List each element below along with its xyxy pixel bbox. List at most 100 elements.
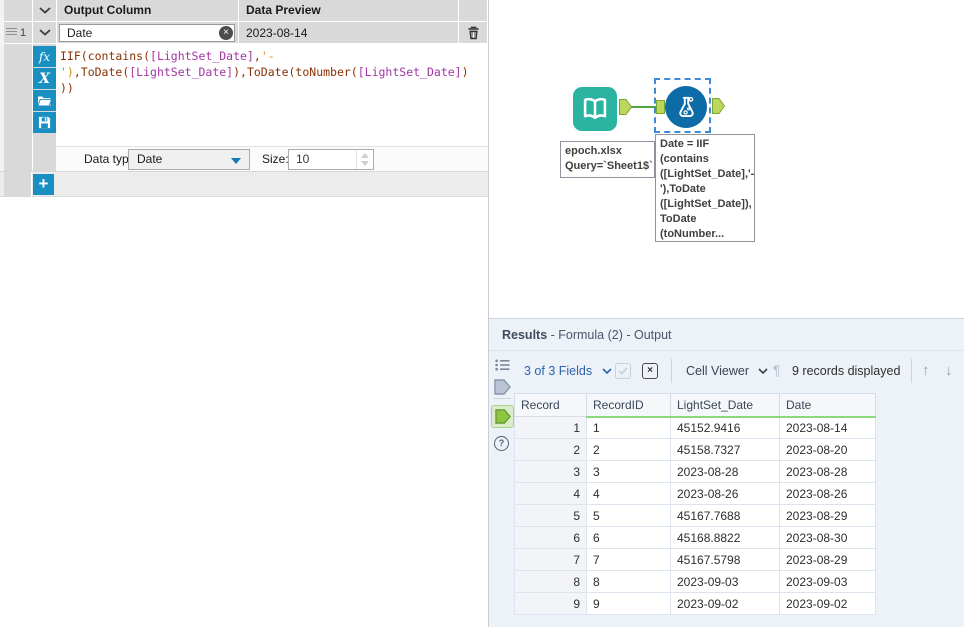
- table-row[interactable]: 8 8 2023-09-03 2023-09-03: [514, 570, 876, 593]
- cell-viewer-dropdown[interactable]: Cell Viewer: [686, 364, 769, 378]
- fields-dropdown-label: 3 of 3 Fields: [524, 364, 593, 378]
- metadata-list-button[interactable]: [495, 359, 510, 371]
- stepper-buttons[interactable]: [356, 150, 373, 169]
- table-cell[interactable]: 6: [514, 526, 587, 549]
- add-column-button[interactable]: +: [33, 174, 54, 195]
- table-cell[interactable]: 2023-08-29: [779, 504, 876, 527]
- formula-tool[interactable]: [665, 86, 707, 128]
- table-cell[interactable]: 4: [586, 482, 671, 505]
- column-header-recordid[interactable]: RecordID: [586, 393, 671, 418]
- column-header-date[interactable]: Date: [779, 393, 876, 418]
- annotation-line: (contains: [660, 153, 709, 165]
- table-cell[interactable]: 45167.7688: [670, 504, 780, 527]
- table-cell[interactable]: 5: [586, 504, 671, 527]
- data-preview-header: Data Preview: [239, 0, 459, 22]
- table-row[interactable]: 6 6 45168.8822 2023-08-30: [514, 526, 876, 549]
- input-anchor-icon: [494, 379, 511, 395]
- table-row[interactable]: 4 4 2023-08-26 2023-08-26: [514, 482, 876, 505]
- row-margin-column: [4, 44, 33, 171]
- table-cell[interactable]: 45152.9416: [670, 416, 780, 439]
- table-cell[interactable]: 45168.8822: [670, 526, 780, 549]
- table-cell[interactable]: 2023-08-28: [779, 460, 876, 483]
- save-expression-button[interactable]: [33, 112, 56, 133]
- size-stepper[interactable]: 10: [288, 149, 374, 170]
- annotation-line: ([LightSet_Date]),: [660, 198, 752, 210]
- input-data-tool[interactable]: [573, 87, 617, 131]
- table-cell[interactable]: 7: [586, 548, 671, 571]
- table-row[interactable]: 2 2 45158.7327 2023-08-20: [514, 438, 876, 461]
- trash-icon[interactable]: [466, 25, 481, 41]
- column-header-record[interactable]: Record: [514, 393, 587, 417]
- table-cell[interactable]: 2023-08-28: [670, 460, 780, 483]
- table-row[interactable]: 5 5 45167.7688 2023-08-29: [514, 504, 876, 527]
- uncheck-all-button[interactable]: ×: [642, 363, 658, 379]
- table-cell[interactable]: 3: [586, 460, 671, 483]
- table-cell[interactable]: 7: [514, 548, 587, 571]
- formula-tool-annotation[interactable]: Date = IIF (contains ([LightSet_Date],'-…: [655, 134, 755, 242]
- table-cell[interactable]: 45167.5798: [670, 548, 780, 571]
- stepper-down-icon[interactable]: [361, 161, 369, 166]
- results-title-rest: - Formula (2) - Output: [547, 328, 672, 342]
- formula-tool-output-anchor[interactable]: [712, 98, 725, 114]
- table-cell[interactable]: 2023-08-26: [779, 482, 876, 505]
- table-cell[interactable]: 2023-09-02: [779, 592, 876, 615]
- list-icon: [495, 359, 510, 371]
- expression-token: IIF(contains(: [60, 49, 151, 63]
- workflow-canvas[interactable]: epoch.xlsx Query=`Sheet1$` Date = IIF (c…: [489, 0, 964, 318]
- table-cell[interactable]: 6: [586, 526, 671, 549]
- table-cell[interactable]: 2023-08-14: [779, 416, 876, 439]
- table-cell[interactable]: 5: [514, 504, 587, 527]
- drag-handle-icon[interactable]: [6, 28, 17, 37]
- table-cell[interactable]: 2: [586, 438, 671, 461]
- variables-button[interactable]: X: [33, 68, 56, 89]
- stepper-up-icon[interactable]: [361, 153, 369, 158]
- check-all-button[interactable]: [615, 363, 631, 379]
- data-type-dropdown[interactable]: Date: [128, 149, 250, 170]
- expression-token: ),ToDate(toNumber(: [233, 65, 358, 79]
- table-row[interactable]: 7 7 45167.5798 2023-08-29: [514, 548, 876, 571]
- clear-icon[interactable]: ×: [219, 26, 233, 40]
- table-cell[interactable]: 1: [514, 416, 587, 439]
- table-cell[interactable]: 1: [586, 416, 671, 439]
- table-cell[interactable]: 8: [514, 570, 587, 593]
- table-cell[interactable]: 2023-09-03: [670, 570, 780, 593]
- row-column-picker[interactable]: [33, 22, 57, 44]
- table-row[interactable]: 3 3 2023-08-28 2023-08-28: [514, 460, 876, 483]
- table-cell[interactable]: 2023-08-30: [779, 526, 876, 549]
- output-column-input[interactable]: [59, 24, 235, 42]
- table-header-row: Record RecordID LightSet_Date Date: [514, 393, 876, 418]
- table-cell[interactable]: 9: [586, 592, 671, 615]
- table-cell[interactable]: 45158.7327: [670, 438, 780, 461]
- table-cell[interactable]: 9: [514, 592, 587, 615]
- expression-editor[interactable]: IIF(contains([LightSet_Date],'- '),ToDate…: [56, 44, 488, 146]
- table-cell[interactable]: 2023-08-26: [670, 482, 780, 505]
- check-icon: [618, 367, 628, 375]
- help-icon[interactable]: ?: [494, 436, 509, 451]
- table-cell[interactable]: 2: [514, 438, 587, 461]
- scroll-up-button[interactable]: ↑: [922, 362, 930, 379]
- expression-token: '): [60, 65, 74, 79]
- table-cell[interactable]: 4: [514, 482, 587, 505]
- open-expression-button[interactable]: [33, 90, 56, 111]
- expression-token: ): [461, 65, 469, 79]
- output-anchor-button[interactable]: [491, 405, 514, 428]
- table-cell[interactable]: 2023-09-02: [670, 592, 780, 615]
- header-column-picker[interactable]: [33, 0, 57, 22]
- records-count: 9 records displayed: [792, 364, 901, 378]
- table-cell[interactable]: 8: [586, 570, 671, 593]
- table-row[interactable]: 1 1 45152.9416 2023-08-14: [514, 416, 876, 439]
- whitespace-toggle[interactable]: ¶: [773, 362, 781, 378]
- table-cell[interactable]: 2023-08-29: [779, 548, 876, 571]
- formula-tool-input-anchor[interactable]: [656, 100, 665, 114]
- table-cell[interactable]: 2023-08-20: [779, 438, 876, 461]
- input-tool-annotation[interactable]: epoch.xlsx Query=`Sheet1$`: [560, 141, 655, 178]
- input-anchor-button[interactable]: [494, 379, 511, 395]
- functions-button[interactable]: fx: [33, 46, 56, 67]
- table-cell[interactable]: 2023-09-03: [779, 570, 876, 593]
- table-cell[interactable]: 3: [514, 460, 587, 483]
- table-row[interactable]: 9 9 2023-09-02 2023-09-02: [514, 592, 876, 615]
- scroll-down-button[interactable]: ↓: [945, 362, 953, 379]
- fields-dropdown[interactable]: 3 of 3 Fields: [524, 364, 612, 378]
- expression-token: ,: [253, 49, 261, 63]
- column-header-lightset-date[interactable]: LightSet_Date: [670, 393, 780, 418]
